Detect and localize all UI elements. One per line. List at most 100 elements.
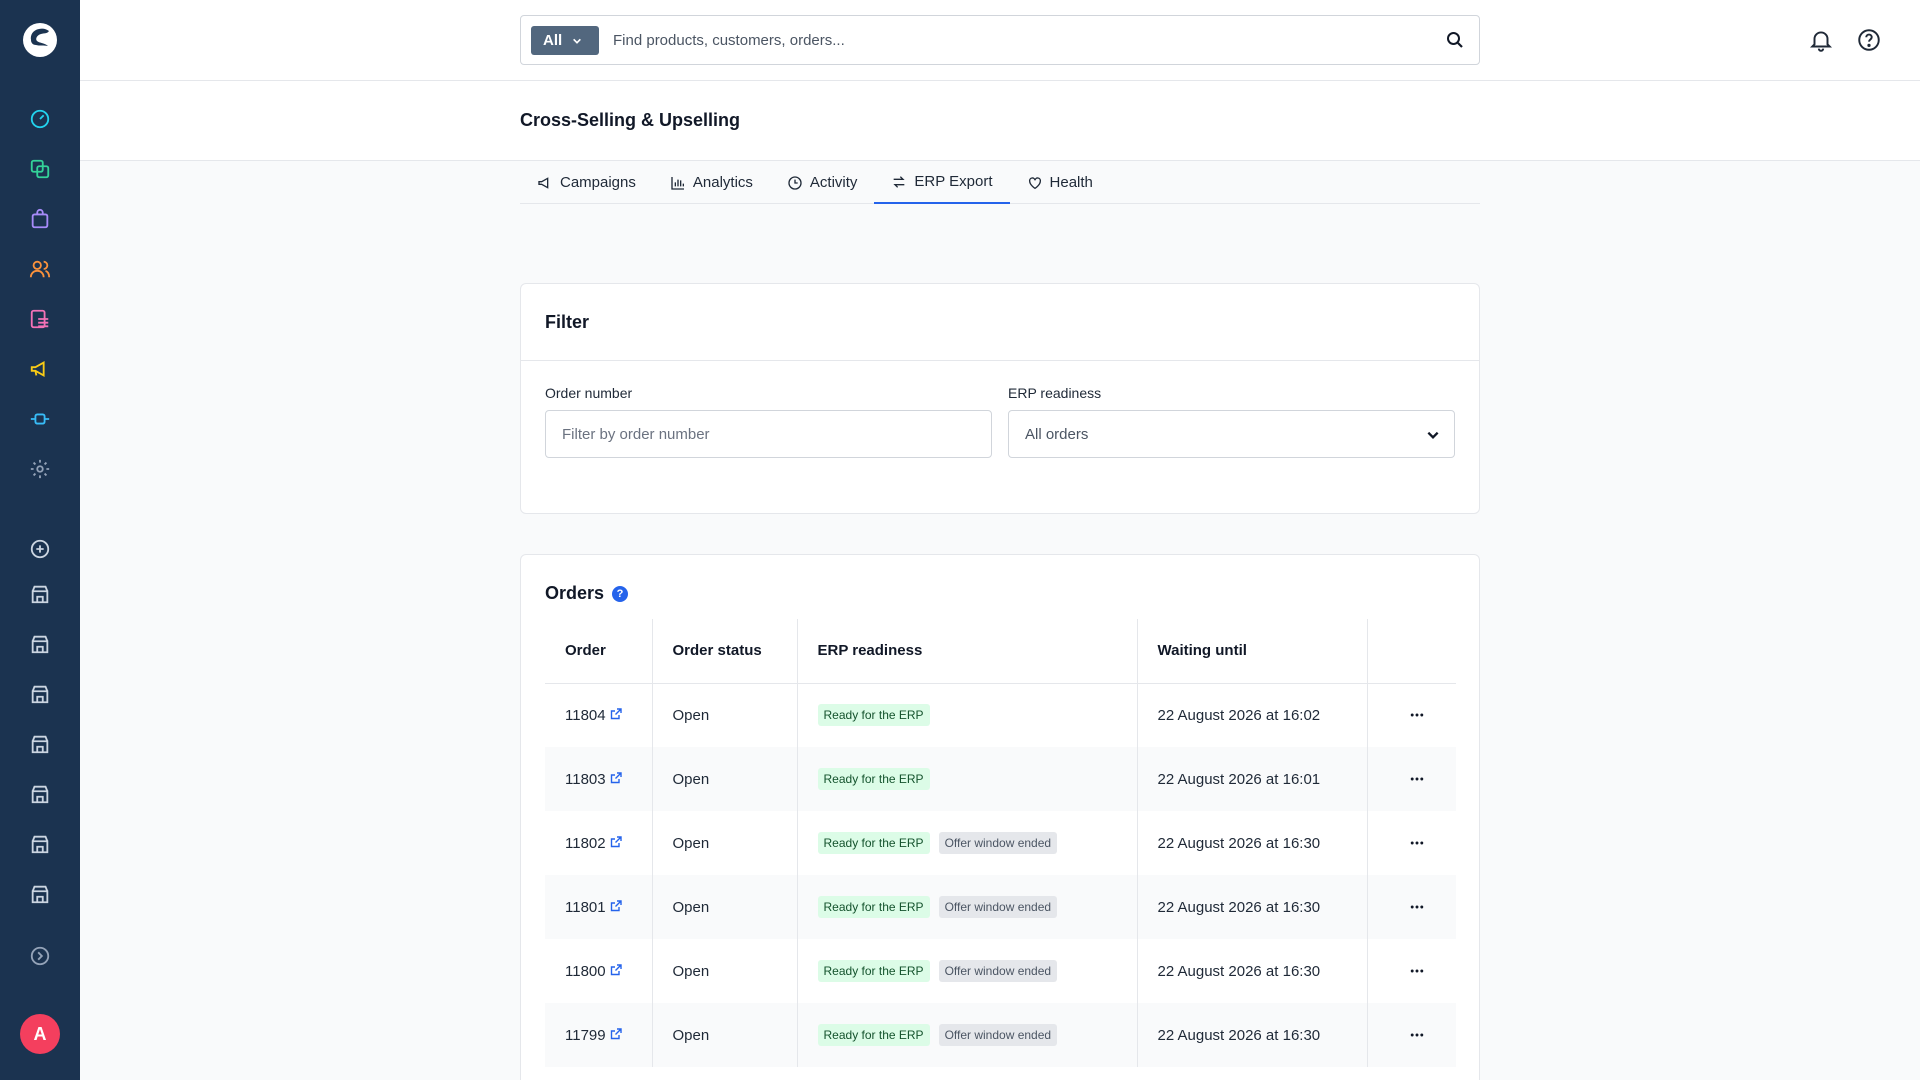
- tab-health[interactable]: Health: [1010, 161, 1110, 204]
- customers-icon[interactable]: [26, 255, 54, 283]
- help-icon[interactable]: ?: [612, 585, 629, 602]
- order-number-field[interactable]: [545, 410, 992, 458]
- external-link-icon: [610, 899, 622, 916]
- erp-readiness-cell: Ready for the ERP: [797, 683, 1138, 747]
- order-cell: 11799: [545, 1003, 653, 1067]
- table-row: 11802 Open Ready for the ERP Offer window e…: [545, 811, 1456, 875]
- help-circle-icon[interactable]: [1856, 27, 1882, 53]
- order-cell: 11804: [545, 683, 653, 747]
- erp-ready-badge: Ready for the ERP: [817, 704, 930, 727]
- erp-readiness-cell: Ready for the ERP Offer window ended: [797, 1003, 1138, 1067]
- offer-window-ended-badge: Offer window ended: [938, 896, 1058, 918]
- more-actions-icon[interactable]: [1407, 961, 1427, 981]
- expand-sidebar-icon[interactable]: [26, 942, 54, 970]
- storefront-icon[interactable]: [26, 680, 54, 708]
- order-number: 11802: [565, 834, 606, 852]
- order-number-link[interactable]: 11801: [565, 899, 622, 916]
- erp-ready-badge: Ready for the ERP: [817, 960, 930, 982]
- column-header-waiting-until[interactable]: Waiting until: [1137, 619, 1368, 684]
- external-link-icon: [610, 963, 622, 980]
- order-status-cell: Open: [652, 683, 798, 747]
- dashboard-icon[interactable]: [26, 105, 54, 133]
- order-number-link[interactable]: 11800: [565, 963, 622, 980]
- tab-label: Health: [1049, 174, 1093, 191]
- actions-cell: [1367, 875, 1456, 939]
- erp-readiness-label: ERP readiness: [1008, 385, 1102, 401]
- marketing-icon[interactable]: [26, 355, 54, 383]
- arrows-exchange-icon: [893, 175, 906, 188]
- global-search: All: [520, 15, 1480, 65]
- more-actions-icon[interactable]: [1407, 1025, 1427, 1045]
- top-bar: All: [80, 0, 1920, 81]
- shopware-logo-icon[interactable]: [20, 20, 60, 60]
- waiting-until-cell: 22 August 2026 at 16:01: [1137, 747, 1368, 811]
- order-cell: 11803: [545, 747, 653, 811]
- offer-window-ended-badge: Offer window ended: [938, 832, 1058, 854]
- external-link-icon: [610, 1027, 622, 1044]
- column-header-actions: [1367, 619, 1456, 684]
- bell-icon[interactable]: [1808, 27, 1834, 53]
- orders-table: Order Order status ERP readiness Waiting…: [545, 619, 1456, 1067]
- waiting-until-cell: 22 August 2026 at 16:30: [1137, 1003, 1368, 1067]
- offer-window-ended-badge: Offer window ended: [938, 1024, 1058, 1046]
- orders-header: Orders ?: [545, 583, 629, 604]
- catalogues-icon[interactable]: [26, 155, 54, 183]
- order-number-link[interactable]: 11802: [565, 835, 622, 852]
- order-number: 11804: [565, 706, 606, 724]
- order-status-cell: Open: [652, 811, 798, 875]
- order-cell: 11800: [545, 939, 653, 1003]
- more-actions-icon[interactable]: [1407, 769, 1427, 789]
- column-header-order[interactable]: Order: [545, 619, 653, 684]
- column-header-erp-readiness[interactable]: ERP readiness: [797, 619, 1138, 684]
- search-type-label: All: [543, 32, 563, 49]
- megaphone-icon: [538, 176, 549, 189]
- order-number-link[interactable]: 11804: [565, 707, 622, 724]
- storefront-icon[interactable]: [26, 580, 54, 608]
- actions-cell: [1367, 683, 1456, 747]
- storefront-icon[interactable]: [26, 830, 54, 858]
- storefront-icon[interactable]: [26, 880, 54, 908]
- storefront-icon[interactable]: [26, 630, 54, 658]
- search-icon[interactable]: [1445, 30, 1465, 50]
- order-cell: 11801: [545, 875, 653, 939]
- table-row: 11799 Open Ready for the ERP Offer window e…: [545, 1003, 1456, 1067]
- search-input[interactable]: [613, 26, 1413, 55]
- actions-cell: [1367, 939, 1456, 1003]
- storefront-icon[interactable]: [26, 730, 54, 758]
- column-header-order-status[interactable]: Order status: [652, 619, 798, 684]
- clock-icon: [788, 175, 802, 190]
- order-number: 11799: [565, 1026, 606, 1044]
- content-icon[interactable]: [26, 305, 54, 333]
- tab-erp-export[interactable]: ERP Export: [874, 161, 1010, 204]
- avatar[interactable]: A: [20, 1014, 60, 1054]
- waiting-until-cell: 22 August 2026 at 16:02: [1137, 683, 1368, 747]
- tab-analytics[interactable]: Analytics: [653, 161, 770, 204]
- more-actions-icon[interactable]: [1407, 897, 1427, 917]
- storefront-icon[interactable]: [26, 780, 54, 808]
- erp-readiness-cell: Ready for the ERP Offer window ended: [797, 939, 1138, 1003]
- order-status-cell: Open: [652, 939, 798, 1003]
- page-header: Cross-Selling & Upselling: [80, 81, 1920, 161]
- chevron-down-icon: [573, 38, 582, 44]
- add-sales-channel-icon[interactable]: [26, 535, 54, 563]
- actions-cell: [1367, 1003, 1456, 1067]
- orders-card: Orders ? Order Order status ERP readines…: [520, 554, 1480, 1080]
- tab-bar: Campaigns Analytics Activity ERP Export …: [520, 161, 1480, 204]
- erp-readiness-select[interactable]: All orders: [1008, 410, 1455, 458]
- orders-icon[interactable]: [26, 205, 54, 233]
- filter-card: Filter Order number ERP readiness All or…: [520, 283, 1480, 514]
- more-actions-icon[interactable]: [1407, 705, 1427, 725]
- tab-activity[interactable]: Activity: [770, 161, 875, 204]
- order-number-link[interactable]: 11803: [565, 771, 622, 788]
- table-row: 11803 Open Ready for the ERP 22 August 2026…: [545, 747, 1456, 811]
- settings-gear-icon[interactable]: [26, 455, 54, 483]
- search-type-dropdown[interactable]: All: [531, 26, 599, 55]
- extensions-icon[interactable]: [26, 405, 54, 433]
- tab-campaigns[interactable]: Campaigns: [520, 161, 653, 204]
- waiting-until-cell: 22 August 2026 at 16:30: [1137, 939, 1368, 1003]
- filter-title: Filter: [545, 312, 590, 332]
- erp-ready-badge: Ready for the ERP: [817, 768, 930, 790]
- erp-ready-badge: Ready for the ERP: [817, 1024, 930, 1046]
- more-actions-icon[interactable]: [1407, 833, 1427, 853]
- order-number-link[interactable]: 11799: [565, 1027, 622, 1044]
